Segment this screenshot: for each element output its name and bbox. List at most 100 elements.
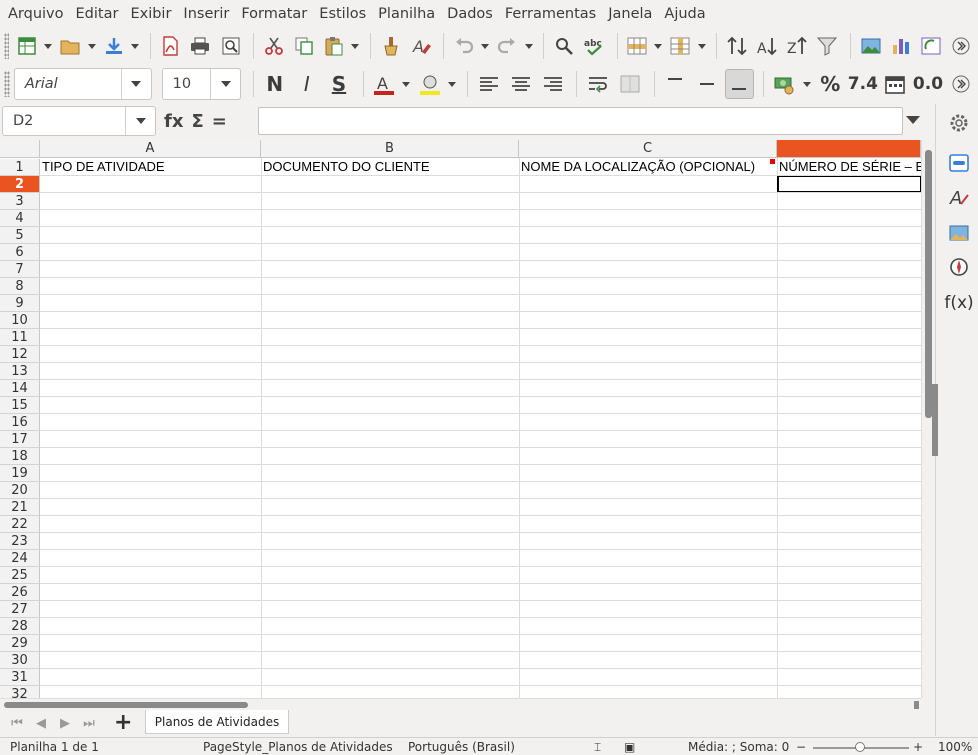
find-replace-icon[interactable]	[550, 31, 577, 61]
styles-icon[interactable]: A	[946, 184, 972, 210]
clear-formatting-icon[interactable]: A	[407, 31, 434, 61]
spelling-icon[interactable]: abc	[580, 31, 607, 61]
font-size-value[interactable]: 10	[163, 76, 211, 92]
sidebar-settings-icon[interactable]	[946, 110, 972, 136]
chevron-down-icon[interactable]	[125, 107, 155, 135]
undo-icon[interactable]	[450, 31, 477, 61]
properties-icon[interactable]	[946, 150, 972, 176]
cell-cursor-d2[interactable]	[777, 175, 921, 193]
chevron-down-icon[interactable]	[210, 69, 240, 99]
horizontal-scroll-thumb[interactable]	[4, 702, 248, 708]
print-preview-icon[interactable]	[217, 31, 244, 61]
paste-icon[interactable]	[321, 31, 348, 61]
cell-b1[interactable]: DOCUMENTO DO CLIENTE	[261, 159, 519, 175]
cell-d1[interactable]: NÚMERO DE SÉRIE – E	[777, 159, 921, 175]
sort-icon[interactable]	[723, 31, 750, 61]
chevron-down-icon[interactable]	[120, 69, 151, 99]
column-header-d[interactable]: D	[777, 140, 921, 158]
align-right-icon[interactable]	[538, 69, 567, 99]
select-all-corner[interactable]	[0, 140, 40, 158]
align-top-icon[interactable]	[661, 69, 690, 99]
print-icon[interactable]	[187, 31, 214, 61]
open-folder-icon[interactable]	[57, 31, 84, 61]
insert-chart-icon[interactable]	[887, 31, 914, 61]
insert-image-icon[interactable]	[857, 31, 884, 61]
function-wizard-icon[interactable]: fx	[164, 111, 183, 132]
expand-formula-icon[interactable]	[906, 116, 920, 124]
cell-a1[interactable]: TIPO DE ATIVIDADE	[40, 159, 261, 175]
row-header-16[interactable]: 16	[0, 414, 40, 431]
column-header-a[interactable]: A	[40, 140, 261, 158]
row-header-1[interactable]: 1	[0, 159, 40, 176]
new-document-icon[interactable]	[13, 31, 40, 61]
zoom-in-button[interactable]: +	[913, 740, 923, 754]
row-header-15[interactable]: 15	[0, 397, 40, 414]
horizontal-scrollbar[interactable]	[0, 698, 921, 710]
highlight-dropdown-icon[interactable]	[447, 69, 457, 99]
row-dropdown-icon[interactable]	[654, 31, 663, 61]
vertical-scroll-thumb[interactable]	[925, 150, 932, 418]
paste-dropdown-icon[interactable]	[351, 31, 360, 61]
zoom-slider-knob[interactable]	[855, 742, 865, 752]
menu-editar[interactable]: Editar	[72, 6, 127, 22]
currency-format-icon[interactable]	[770, 69, 799, 99]
zoom-out-button[interactable]: −	[796, 740, 806, 754]
row-header-26[interactable]: 26	[0, 584, 40, 601]
previous-sheet-icon[interactable]: ◀	[32, 714, 50, 732]
language-status[interactable]: Português (Brasil)	[408, 740, 515, 754]
add-sheet-button[interactable]: +	[114, 712, 132, 734]
menu-planilha[interactable]: Planilha	[374, 6, 443, 22]
percent-format-button[interactable]: %	[816, 69, 845, 99]
row-header-28[interactable]: 28	[0, 618, 40, 635]
sum-icon[interactable]: Σ	[191, 111, 203, 132]
menu-dados[interactable]: Dados	[443, 6, 501, 22]
new-dropdown-icon[interactable]	[44, 31, 53, 61]
toolbar-grip[interactable]	[4, 33, 10, 59]
align-bottom-icon[interactable]	[724, 69, 754, 99]
comment-indicator-icon[interactable]	[770, 159, 775, 164]
column-icon[interactable]	[667, 31, 694, 61]
row-header-17[interactable]: 17	[0, 431, 40, 448]
menu-exibir[interactable]: Exibir	[126, 6, 179, 22]
row-header-7[interactable]: 7	[0, 261, 40, 278]
gallery-icon[interactable]	[946, 220, 972, 246]
row-header-12[interactable]: 12	[0, 346, 40, 363]
menu-ferramentas[interactable]: Ferramentas	[501, 6, 604, 22]
formula-input[interactable]	[258, 107, 903, 135]
row-header-22[interactable]: 22	[0, 516, 40, 533]
row-header-20[interactable]: 20	[0, 482, 40, 499]
row-header-23[interactable]: 23	[0, 533, 40, 550]
row-header-2[interactable]: 2	[0, 176, 40, 193]
align-middle-icon[interactable]	[693, 69, 722, 99]
row-header-5[interactable]: 5	[0, 227, 40, 244]
sidebar-grip[interactable]	[932, 384, 938, 456]
row-header-27[interactable]: 27	[0, 601, 40, 618]
font-color-icon[interactable]: A	[370, 69, 399, 99]
row-header-8[interactable]: 8	[0, 278, 40, 295]
row-header-21[interactable]: 21	[0, 499, 40, 516]
menu-inserir[interactable]: Inserir	[179, 6, 237, 22]
cut-icon[interactable]	[260, 31, 287, 61]
menu-arquivo[interactable]: Arquivo	[4, 6, 72, 22]
row-header-31[interactable]: 31	[0, 669, 40, 686]
redo-dropdown-icon[interactable]	[524, 31, 533, 61]
save-dropdown-icon[interactable]	[130, 31, 139, 61]
column-header-c[interactable]: C	[519, 140, 777, 158]
selection-summary[interactable]: Média: ; Soma: 0	[688, 740, 789, 754]
next-sheet-icon[interactable]: ▶	[56, 714, 74, 732]
row-header-11[interactable]: 11	[0, 329, 40, 346]
save-icon[interactable]	[100, 31, 127, 61]
row-header-9[interactable]: 9	[0, 295, 40, 312]
name-box[interactable]: D2	[2, 106, 156, 136]
bold-button[interactable]: N	[260, 69, 289, 99]
row-header-19[interactable]: 19	[0, 465, 40, 482]
row-header-29[interactable]: 29	[0, 635, 40, 652]
row-header-18[interactable]: 18	[0, 448, 40, 465]
merge-cells-icon[interactable]	[616, 69, 645, 99]
menu-janela[interactable]: Janela	[604, 6, 660, 22]
autofilter-icon[interactable]	[814, 31, 841, 61]
column-dropdown-icon[interactable]	[697, 31, 706, 61]
row-header-13[interactable]: 13	[0, 363, 40, 380]
document-modified-icon[interactable]: ▣	[624, 740, 635, 754]
row-header-14[interactable]: 14	[0, 380, 40, 397]
